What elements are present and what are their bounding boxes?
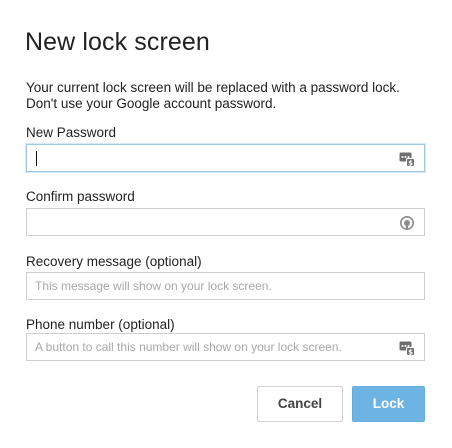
lock-button[interactable]: Lock <box>352 386 425 422</box>
recovery-message-field[interactable]: This message will show on your lock scre… <box>26 272 425 300</box>
new-lock-screen-dialog: New lock screen Your current lock screen… <box>0 0 452 448</box>
svg-text:$: $ <box>408 159 413 167</box>
new-password-input[interactable] <box>35 145 390 171</box>
cancel-button[interactable]: Cancel <box>257 386 343 422</box>
password-manager-icon[interactable]: $ <box>399 151 415 167</box>
phone-number-label: Phone number (optional) <box>26 317 175 332</box>
recovery-message-input[interactable]: This message will show on your lock scre… <box>35 273 390 299</box>
svg-text:$: $ <box>408 348 413 356</box>
phone-number-input[interactable]: A button to call this number will show o… <box>35 334 390 360</box>
confirm-password-label: Confirm password <box>26 189 135 204</box>
new-password-field[interactable]: $ <box>26 144 425 172</box>
description-line-1: Your current lock screen will be replace… <box>26 80 400 95</box>
phone-number-field[interactable]: A button to call this number will show o… <box>26 333 425 361</box>
password-manager-icon[interactable]: $ <box>399 340 415 356</box>
dialog-title: New lock screen <box>25 28 210 56</box>
confirm-password-field[interactable] <box>26 208 425 236</box>
dialog-description: Your current lock screen will be replace… <box>26 80 426 111</box>
recovery-message-label: Recovery message (optional) <box>26 254 202 269</box>
new-password-label: New Password <box>26 125 117 140</box>
confirm-password-input[interactable] <box>35 209 390 235</box>
description-line-2: Don't use your Google account password. <box>26 95 277 111</box>
password-reveal-icon[interactable] <box>399 215 415 231</box>
